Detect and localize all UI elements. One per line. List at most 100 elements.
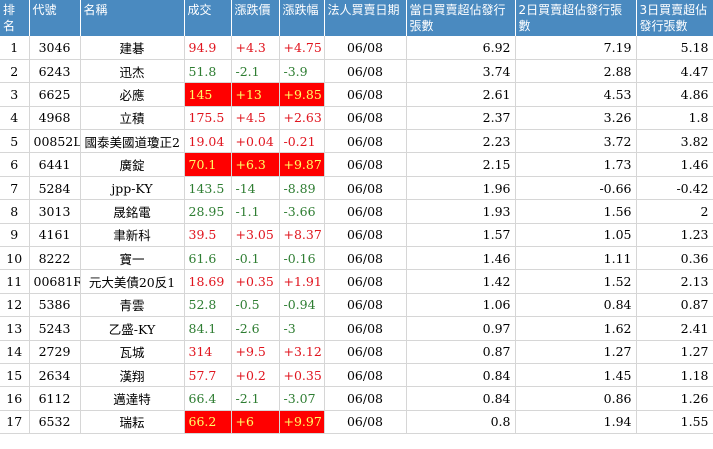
price-cell: 39.5 [184, 223, 232, 248]
rank-cell: 12 [0, 293, 30, 318]
stock-name-cell[interactable]: 晟銘電 [80, 199, 185, 224]
table-row[interactable]: 10 8222 寶一 61.6 -0.1 -0.16 06/08 1.46 1.11 0.36 [0, 246, 713, 271]
day2-ratio-cell: 1.11 [515, 246, 637, 271]
stock-code-cell[interactable]: 3046 [29, 36, 81, 60]
table-row[interactable]: 5 00852L 國泰美國道瓊正2 19.04 +0.04 -0.21 06/08 2.23 3… [0, 129, 713, 154]
day1-ratio-cell: 2.37 [406, 106, 516, 131]
table-row[interactable]: 11 00681R 元大美債20反1 18.69 +0.35 +1.91 06/08 1.42… [0, 269, 713, 294]
stock-name-cell[interactable]: 乙盛-KY [80, 316, 185, 341]
stock-name-cell[interactable]: 寶一 [80, 246, 185, 271]
stock-name-cell[interactable]: 建碁 [80, 36, 185, 60]
stock-name-cell[interactable]: 青雲 [80, 293, 185, 318]
change-cell: +4.3 [231, 36, 280, 60]
stock-name-cell[interactable]: 邁達特 [80, 386, 185, 411]
table-row[interactable]: 16 6112 邁達特 66.4 -2.1 -3.07 06/08 0.84 0.86 1.26 [0, 386, 713, 411]
stock-code-cell[interactable]: 6441 [29, 152, 81, 177]
stock-name-cell[interactable]: 迅杰 [80, 59, 185, 84]
table-row[interactable]: 17 6532 瑞耘 66.2 +6 +9.97 06/08 0.8 1.94 1.55 [0, 410, 713, 435]
day1-ratio-cell: 1.46 [406, 246, 516, 271]
stock-code-cell[interactable]: 8222 [29, 246, 81, 271]
day3-ratio-cell: 3.82 [636, 129, 713, 154]
stock-code-cell[interactable]: 6532 [29, 410, 81, 435]
price-cell: 66.4 [184, 386, 232, 411]
stock-name-cell[interactable]: 元大美債20反1 [80, 269, 185, 294]
stock-code-cell[interactable]: 6625 [29, 82, 81, 107]
stock-code-cell[interactable]: 5243 [29, 316, 81, 341]
change-pct-cell: -8.89 [279, 176, 325, 201]
change-pct-cell: -3.9 [279, 59, 325, 84]
header-day1-ratio[interactable]: 當日買賣超佔發行張數 [406, 0, 516, 36]
header-change[interactable]: 漲跌價 [231, 0, 280, 36]
table-row[interactable]: 12 5386 青雲 52.8 -0.5 -0.94 06/08 1.06 0.84 0.87 [0, 293, 713, 318]
table-row[interactable]: 3 6625 必應 145 +13 +9.85 06/08 2.61 4.53 4.86 [0, 82, 713, 107]
day1-ratio-cell: 1.06 [406, 293, 516, 318]
stock-name-cell[interactable]: 漢翔 [80, 363, 185, 388]
stock-code-cell[interactable]: 2729 [29, 340, 81, 364]
rank-cell: 1 [0, 36, 30, 60]
stock-name-cell[interactable]: 瓦城 [80, 340, 185, 364]
header-code[interactable]: 代號 [29, 0, 81, 36]
stock-name-cell[interactable]: 瑞耘 [80, 410, 185, 435]
table-row[interactable]: 14 2729 瓦城 314 +9.5 +3.12 06/08 0.87 1.27 1.27 [0, 340, 713, 364]
header-rank[interactable]: 排名 [0, 0, 30, 36]
table-row[interactable]: 4 4968 立積 175.5 +4.5 +2.63 06/08 2.37 3.26 1.8 [0, 106, 713, 131]
stock-code-cell[interactable]: 00681R [29, 269, 81, 294]
change-cell: -2.1 [231, 59, 280, 84]
stock-code-cell[interactable]: 5284 [29, 176, 81, 201]
header-date[interactable]: 法人買賣日期 [324, 0, 407, 36]
day2-ratio-cell: 1.73 [515, 152, 637, 177]
table-row[interactable]: 13 5243 乙盛-KY 84.1 -2.6 -3 06/08 0.97 1.62 2.41 [0, 316, 713, 341]
day1-ratio-cell: 6.92 [406, 36, 516, 60]
day2-ratio-cell: 1.56 [515, 199, 637, 224]
day2-ratio-cell: 0.84 [515, 293, 637, 318]
table-row[interactable]: 8 3013 晟銘電 28.95 -1.1 -3.66 06/08 1.93 1.56 2 [0, 199, 713, 224]
stock-code-cell[interactable]: 3013 [29, 199, 81, 224]
table-row[interactable]: 6 6441 廣錠 70.1 +6.3 +9.87 06/08 2.15 1.73 1.46 [0, 152, 713, 177]
date-cell: 06/08 [324, 386, 407, 411]
stock-code-cell[interactable]: 4161 [29, 223, 81, 248]
date-cell: 06/08 [324, 269, 407, 294]
day2-ratio-cell: 3.72 [515, 129, 637, 154]
price-cell: 51.8 [184, 59, 232, 84]
change-pct-cell: +0.35 [279, 363, 325, 388]
day1-ratio-cell: 1.57 [406, 223, 516, 248]
stock-code-cell[interactable]: 2634 [29, 363, 81, 388]
header-day3-ratio[interactable]: 3日買賣超佔發行張數 [636, 0, 713, 36]
date-cell: 06/08 [324, 152, 407, 177]
rank-cell: 4 [0, 106, 30, 131]
header-price[interactable]: 成交 [184, 0, 232, 36]
table-row[interactable]: 2 6243 迅杰 51.8 -2.1 -3.9 06/08 3.74 2.88 4.47 [0, 59, 713, 84]
stock-code-cell[interactable]: 4968 [29, 106, 81, 131]
day1-ratio-cell: 2.15 [406, 152, 516, 177]
stock-name-cell[interactable]: 必應 [80, 82, 185, 107]
header-name[interactable]: 名稱 [80, 0, 185, 36]
table-row[interactable]: 7 5284 jpp-KY 143.5 -14 -8.89 06/08 1.96 -0.66 -0… [0, 176, 713, 201]
date-cell: 06/08 [324, 316, 407, 341]
day3-ratio-cell: 1.23 [636, 223, 713, 248]
rank-cell: 16 [0, 386, 30, 411]
stock-name-cell[interactable]: 立積 [80, 106, 185, 131]
day3-ratio-cell: 2.13 [636, 269, 713, 294]
stock-code-cell[interactable]: 00852L [29, 129, 81, 154]
day2-ratio-cell: 4.53 [515, 82, 637, 107]
stock-code-cell[interactable]: 5386 [29, 293, 81, 318]
day2-ratio-cell: 1.05 [515, 223, 637, 248]
change-pct-cell: -3.66 [279, 199, 325, 224]
stock-name-cell[interactable]: 國泰美國道瓊正2 [80, 129, 185, 154]
stock-name-cell[interactable]: 廣錠 [80, 152, 185, 177]
header-day2-ratio[interactable]: 2日買賣超佔發行張數 [515, 0, 637, 36]
table-row[interactable]: 15 2634 漢翔 57.7 +0.2 +0.35 06/08 0.84 1.45 1.18 [0, 363, 713, 388]
table-row[interactable]: 1 3046 建碁 94.9 +4.3 +4.75 06/08 6.92 7.19 5.18 [0, 36, 713, 60]
date-cell: 06/08 [324, 246, 407, 271]
price-cell: 28.95 [184, 199, 232, 224]
stock-code-cell[interactable]: 6112 [29, 386, 81, 411]
change-cell: -1.1 [231, 199, 280, 224]
stock-name-cell[interactable]: 聿新科 [80, 223, 185, 248]
table-row[interactable]: 9 4161 聿新科 39.5 +3.05 +8.37 06/08 1.57 1.05 1.23 [0, 223, 713, 248]
stock-name-cell[interactable]: jpp-KY [80, 176, 185, 201]
date-cell: 06/08 [324, 410, 407, 435]
day3-ratio-cell: 1.8 [636, 106, 713, 131]
rank-cell: 11 [0, 269, 30, 294]
stock-code-cell[interactable]: 6243 [29, 59, 81, 84]
header-change-pct[interactable]: 漲跌幅 [279, 0, 325, 36]
